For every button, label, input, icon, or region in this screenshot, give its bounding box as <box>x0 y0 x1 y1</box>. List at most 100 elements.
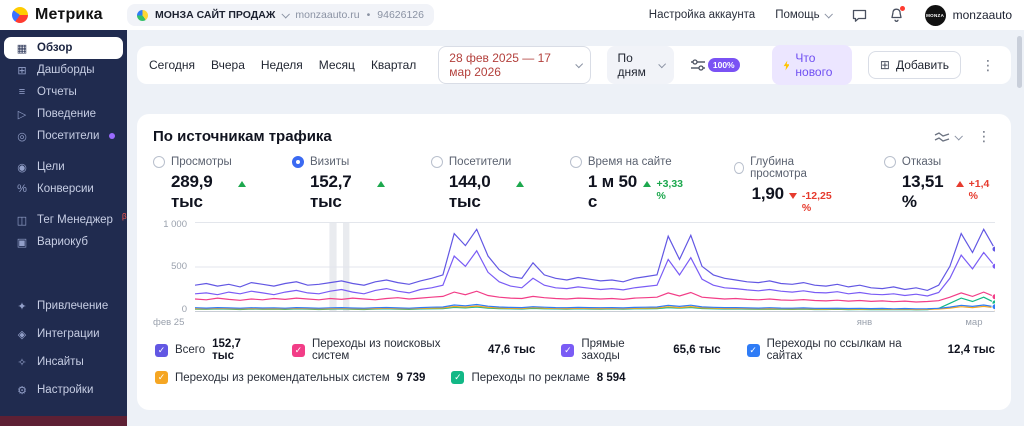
metric-pageviews[interactable]: Просмотры 289,9 тыс <box>153 156 246 214</box>
trend-arrow-icon <box>789 193 797 199</box>
checkbox-icon[interactable]: ✓ <box>561 344 574 357</box>
page-scrollbar[interactable] <box>1017 36 1022 88</box>
legend-item-recommendations[interactable]: ✓Переходы из рекомендательных систем9 73… <box>155 371 425 384</box>
sampling-control[interactable]: 100% <box>690 58 740 72</box>
sidebar-item-label: Поведение <box>37 108 96 120</box>
legend-item-direct[interactable]: ✓Прямые заходы65,6 тыс <box>561 338 720 362</box>
legend-value: 12,4 тыс <box>948 344 995 356</box>
chat-icon[interactable] <box>851 7 868 24</box>
radio-icon[interactable] <box>153 156 165 168</box>
checkbox-icon[interactable]: ✓ <box>747 344 760 357</box>
legend-label: Переходы по рекламе <box>471 372 589 384</box>
y-axis-tick: 500 <box>153 261 187 272</box>
period-yesterday-button[interactable]: Вчера <box>211 58 245 72</box>
counter-favicon-icon <box>137 10 148 21</box>
counter-name: МОНЗА САЙТ ПРОДАЖ <box>155 9 275 21</box>
card-title: По источникам трафика <box>153 128 332 145</box>
sidebar-item-visitors[interactable]: ◎ Посетители <box>4 125 123 147</box>
period-quarter-button[interactable]: Квартал <box>371 58 416 72</box>
metric-label: Просмотры <box>171 156 232 168</box>
sidebar-item-tag-manager[interactable]: ◫Тег Менеджерβ <box>4 209 123 231</box>
sidebar-item-insights[interactable]: ✧Инсайты <box>4 348 123 376</box>
metric-visits[interactable]: Визиты 152,7 тыс <box>292 156 385 214</box>
compare-lines-icon <box>934 131 950 143</box>
metric-value: 152,7 тыс <box>310 172 372 212</box>
sidebar-item-settings[interactable]: ⚙Настройки <box>4 376 123 404</box>
account-settings-link[interactable]: Настройка аккаунта <box>649 9 755 21</box>
y-axis-tick: 1 000 <box>153 219 187 230</box>
granularity-select[interactable]: По дням <box>607 46 673 84</box>
avatar: MONZA <box>925 5 946 26</box>
metric-time-on-site[interactable]: Время на сайте 1 м 50 с+3,33 % <box>570 156 688 214</box>
period-week-button[interactable]: Неделя <box>261 58 303 72</box>
sidebar-item-label: Привлечение <box>37 300 108 312</box>
toolbar-more-menu[interactable]: ⋮ <box>977 57 999 74</box>
line-chart[interactable] <box>195 222 995 312</box>
sidebar-item-dashboards[interactable]: ⊞Дашборды <box>4 59 123 81</box>
whats-new-button[interactable]: Что нового <box>772 45 852 85</box>
sidebar-item-variocube[interactable]: ▣Вариокуб <box>4 231 123 253</box>
chart-plot-area[interactable] <box>195 222 995 312</box>
metric-depth[interactable]: Глубина просмотра 1,90-12,25 % <box>734 156 838 214</box>
checkbox-icon[interactable]: ✓ <box>451 371 464 384</box>
sidebar-item-conversions[interactable]: %Конверсии <box>4 178 123 200</box>
sidebar-item-reports[interactable]: ≡Отчеты <box>4 81 123 103</box>
radio-icon[interactable] <box>292 156 304 168</box>
metric-bounce-rate[interactable]: Отказы 13,51 %+1,4 % <box>884 156 995 214</box>
period-month-button[interactable]: Месяц <box>319 58 355 72</box>
help-menu[interactable]: Помощь <box>775 9 830 21</box>
trend-arrow-icon <box>956 181 964 187</box>
period-toolbar: Сегодня Вчера Неделя Месяц Квартал 28 фе… <box>137 46 1011 84</box>
beta-badge: β <box>122 212 127 221</box>
settings-icon: ⚙ <box>15 384 29 397</box>
sidebar: ▦Обзор ⊞Дашборды ≡Отчеты ▷Поведение ◎ Пос… <box>0 30 127 426</box>
sidebar-item-overview[interactable]: ▦Обзор <box>4 37 123 59</box>
user-menu[interactable]: MONZA monzaauto <box>925 5 1012 26</box>
x-axis-tick: янв <box>857 317 872 328</box>
sidebar-item-label: Посетители <box>37 130 99 142</box>
main-content: Сегодня Вчера Неделя Месяц Квартал 28 фе… <box>127 30 1024 426</box>
chevron-down-icon <box>824 10 832 18</box>
metrika-logo-icon <box>12 7 28 23</box>
sidebar-item-attraction[interactable]: ✦ Привлечение <box>4 292 123 320</box>
tag-manager-icon: ◫ <box>15 214 29 227</box>
radio-icon[interactable] <box>734 162 744 174</box>
checkbox-icon[interactable]: ✓ <box>155 371 168 384</box>
notification-dot <box>900 6 905 11</box>
counter-selector[interactable]: МОНЗА САЙТ ПРОДАЖ monzaauto.ru • 9462612… <box>127 4 434 26</box>
add-button[interactable]: ⊞ Добавить <box>868 51 961 79</box>
sidebar-item-label: Вариокуб <box>37 236 88 248</box>
legend-value: 9 739 <box>397 372 426 384</box>
checkbox-icon[interactable]: ✓ <box>292 344 305 357</box>
radio-icon[interactable] <box>884 156 896 168</box>
visitors-icon: ◎ <box>15 130 29 143</box>
checkbox-icon[interactable]: ✓ <box>155 344 168 357</box>
legend-item-links[interactable]: ✓Переходы по ссылкам на сайтах12,4 тыс <box>747 338 995 362</box>
attraction-icon: ✦ <box>15 300 29 313</box>
traffic-sources-card: По источникам трафика ⋮ Просмотры 289,9 … <box>137 114 1011 410</box>
legend-item-total[interactable]: ✓Всего152,7 тыс <box>155 338 266 362</box>
y-axis-tick: 0 <box>153 304 187 315</box>
metric-switcher: Просмотры 289,9 тыс Визиты 152,7 тыс Пос… <box>153 156 995 214</box>
sidebar-item-behavior[interactable]: ▷Поведение <box>4 103 123 125</box>
date-range-picker[interactable]: 28 фев 2025 — 17 мар 2026 <box>438 46 591 84</box>
radio-icon[interactable] <box>570 156 582 168</box>
legend-item-search[interactable]: ✓Переходы из поисковых систем47,6 тыс <box>292 338 535 362</box>
sidebar-item-integrations[interactable]: ◈Интеграции <box>4 320 123 348</box>
metrika-logo[interactable]: Метрика <box>12 6 127 24</box>
traffic-chart[interactable]: 1 000 500 0 фев 25янвмар <box>153 222 995 328</box>
sliders-icon <box>690 58 706 72</box>
period-today-button[interactable]: Сегодня <box>149 58 195 72</box>
legend-item-ads[interactable]: ✓Переходы по рекламе8 594 <box>451 371 625 384</box>
sidebar-item-goals[interactable]: ◉Цели <box>4 156 123 178</box>
radio-icon[interactable] <box>431 156 443 168</box>
conversions-icon: % <box>15 183 29 195</box>
metric-label: Глубина просмотра <box>750 156 838 180</box>
counter-domain: monzaauto.ru <box>295 9 359 21</box>
sidebar-item-label: Инсайты <box>37 356 84 368</box>
card-more-menu[interactable]: ⋮ <box>973 128 995 145</box>
metric-users[interactable]: Посетители 144,0 тыс <box>431 156 524 214</box>
sidebar-item-label: Дашборды <box>37 64 95 76</box>
chart-display-settings-button[interactable] <box>934 131 961 143</box>
notifications-bell-icon[interactable] <box>888 7 905 24</box>
